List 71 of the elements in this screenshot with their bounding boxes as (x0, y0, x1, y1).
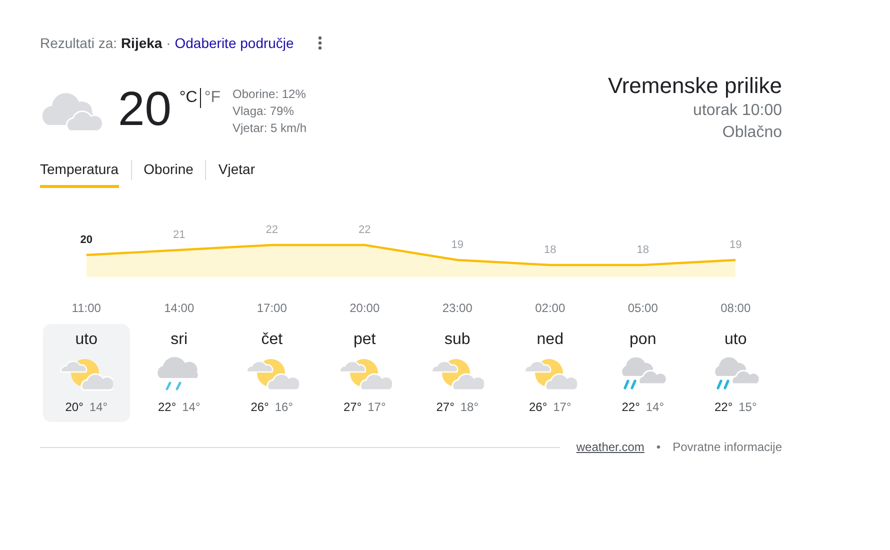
low-temperature: 14° (182, 400, 200, 414)
time-label: 23:00 (442, 301, 472, 315)
day-forecast[interactable]: ned 26° 17° (506, 324, 594, 422)
day-name: uto (724, 330, 747, 350)
day-forecast[interactable]: sri 22° 14° (136, 324, 222, 422)
weather-condition: Oblačno (722, 123, 782, 143)
high-temperature: 27° (343, 400, 362, 414)
high-temperature: 22° (714, 400, 733, 414)
day-name: pon (630, 330, 656, 350)
time-label: 11:00 (72, 301, 101, 315)
change-area-link[interactable]: Odaberite područje (174, 35, 294, 51)
temperature-label: 18 (636, 244, 649, 256)
weather-detail: Vjetar: 5 km/h (232, 120, 307, 137)
time-label: 20:00 (350, 301, 380, 315)
time-label: 14:00 (164, 301, 194, 315)
sun-cloud-icon (338, 356, 392, 392)
day-name: sub (444, 330, 470, 350)
day-name: pet (354, 330, 376, 350)
feedback-link[interactable]: Povratne informacije (672, 440, 782, 454)
day-forecast[interactable]: pon 22° 14° (600, 324, 686, 422)
sun-cloud-icon (430, 356, 484, 392)
time-label: 08:00 (720, 301, 751, 315)
high-temperature: 26° (250, 400, 269, 414)
temperature-label: 19 (451, 239, 464, 251)
temperature-label: 22 (358, 224, 371, 236)
more-options-icon[interactable] (318, 36, 322, 50)
time-label: 05:00 (628, 301, 658, 315)
low-temperature: 18° (460, 400, 479, 414)
temperature-label: 22 (266, 224, 278, 236)
separator-dot: • (656, 440, 661, 454)
weather-time: utorak 10:00 (693, 101, 782, 121)
tab[interactable]: Vjetar (218, 156, 255, 188)
high-temperature: 22° (622, 400, 640, 414)
time-label: 02:00 (535, 301, 566, 315)
weather-title: Vremenske prilike (608, 72, 782, 100)
low-temperature: 17° (553, 400, 572, 414)
high-temperature: 22° (158, 400, 176, 414)
day-forecast[interactable]: sub 27° 18° (414, 324, 501, 422)
weather-detail: Oborine: 12% (232, 86, 307, 103)
weather-detail: Vlaga: 79% (232, 103, 295, 120)
day-name: sri (170, 330, 188, 350)
low-temperature: 16° (274, 400, 294, 414)
day-forecast[interactable]: uto 22° 15° (692, 324, 779, 422)
temperature-label: 18 (544, 244, 556, 256)
temperature-label: 21 (173, 229, 186, 241)
source-link[interactable]: weather.com (576, 440, 644, 454)
low-temperature: 14° (646, 400, 664, 414)
tab[interactable]: Oborine (144, 156, 194, 188)
sun-cloud-icon (523, 356, 578, 392)
results-for-text: Rezultati za: Rijeka · (40, 35, 171, 51)
current-temperature: 20 (118, 84, 172, 136)
day-forecast[interactable]: uto 20° 14° (43, 324, 130, 422)
day-name: ned (536, 330, 564, 350)
sun-cloud-icon (244, 356, 299, 392)
day-forecast[interactable]: pet 27° 17° (321, 324, 408, 422)
unit-toggle[interactable]: °F (202, 88, 223, 108)
time-label: 17:00 (256, 301, 287, 315)
temperature-label: 19 (730, 239, 742, 251)
day-forecast[interactable]: čet 26° 16° (228, 324, 316, 422)
day-name: uto (75, 330, 98, 350)
sun-cloud-icon (59, 356, 114, 392)
low-temperature: 14° (89, 400, 108, 414)
day-name: čet (261, 330, 283, 350)
high-temperature: 26° (528, 400, 548, 414)
unit-toggle[interactable]: °C (177, 88, 200, 108)
low-temperature: 15° (738, 400, 757, 414)
high-temperature: 27° (436, 400, 454, 414)
tab[interactable]: Temperatura (40, 156, 119, 188)
high-temperature: 20° (65, 400, 84, 414)
temperature-label: 20 (80, 234, 92, 246)
low-temperature: 17° (368, 400, 386, 414)
